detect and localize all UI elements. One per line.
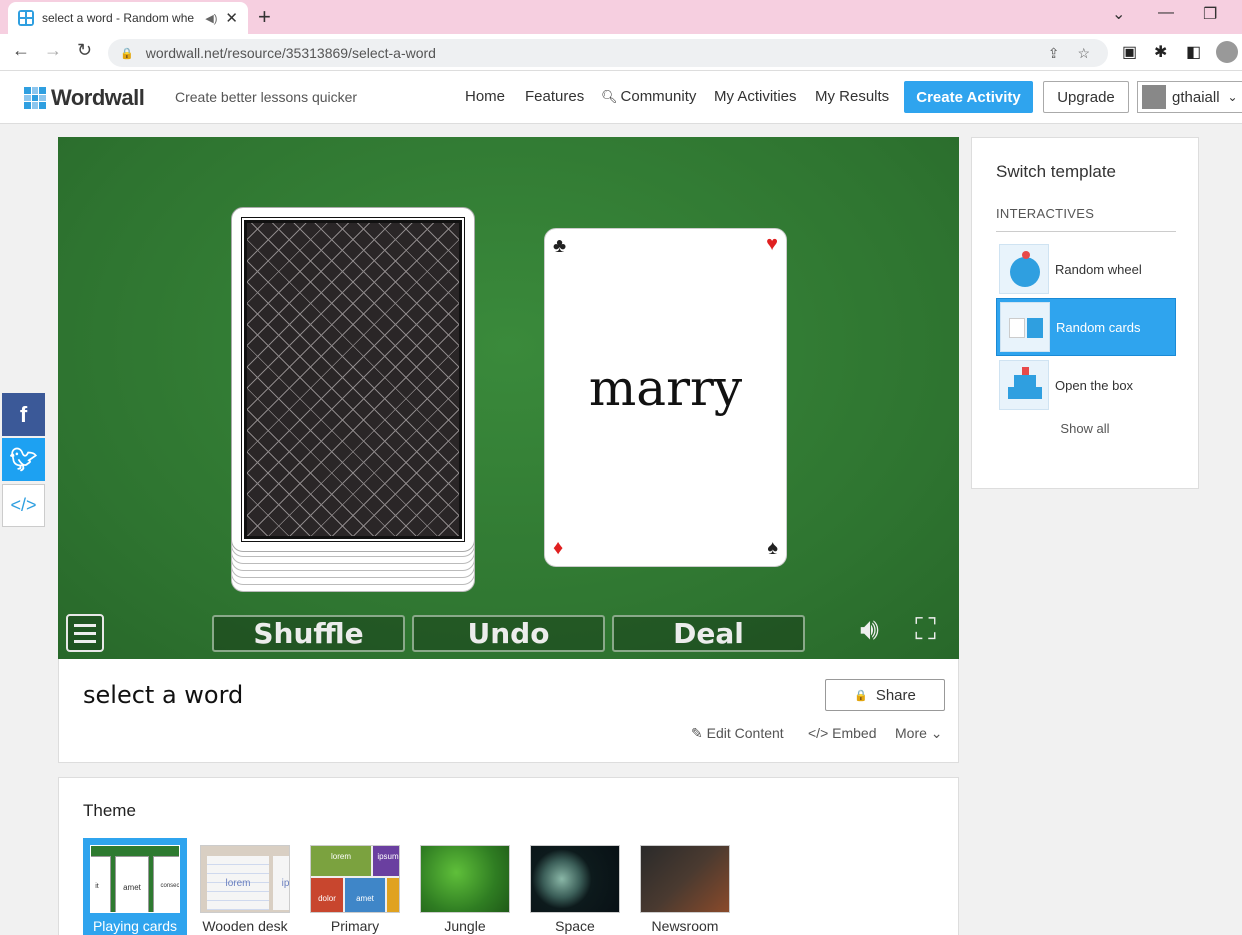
- template-random-wheel[interactable]: Random wheel: [996, 240, 1176, 298]
- user-avatar: [1142, 85, 1166, 109]
- tab-audio-icon[interactable]: ◀): [205, 12, 217, 25]
- tab-title: select a word - Random whe: [42, 11, 195, 25]
- sound-icon[interactable]: 🔊︎: [860, 613, 879, 647]
- wordwall-logo-icon: [24, 87, 46, 109]
- theme-jungle[interactable]: Jungle: [420, 845, 510, 934]
- url-field[interactable]: 🔒 wordwall.net/resource/35313869/select-…: [108, 39, 1108, 67]
- card-back-pattern: [241, 217, 465, 542]
- embed-link[interactable]: </> Embed: [808, 725, 877, 741]
- pencil-icon: ✎: [691, 725, 707, 741]
- theme-panel: Theme it amet consec Playing cards lorem…: [58, 777, 959, 935]
- lock-icon: 🔒: [120, 47, 134, 60]
- minimize-icon[interactable]: —: [1158, 4, 1174, 22]
- facebook-share-button[interactable]: f: [2, 393, 45, 436]
- browser-tab-bar: select a word - Random whe ◀) ✕ + ⌄ — ❐: [0, 0, 1242, 34]
- search-icon: 🔍︎: [601, 89, 618, 104]
- template-open-the-box[interactable]: Open the box: [996, 356, 1176, 414]
- random-cards-icon: [1000, 302, 1050, 352]
- theme-thumb: [420, 845, 510, 913]
- tagline: Create better lessons quicker: [175, 89, 358, 105]
- deck-top-card: [231, 207, 475, 552]
- code-icon: </>: [808, 725, 833, 741]
- theme-thumb: lorem ipsum dolor amet: [310, 845, 400, 913]
- theme-space[interactable]: Space: [530, 845, 620, 934]
- lock-icon: 🔒: [854, 689, 868, 702]
- chevron-down-icon: ⌄: [1227, 90, 1238, 104]
- activity-info: select a word 🔒 Share ✎ Edit Content </>…: [58, 659, 959, 763]
- share-page-icon[interactable]: ⇪: [1048, 45, 1060, 62]
- new-tab-button[interactable]: +: [258, 4, 271, 30]
- nav-community[interactable]: 🔍︎ Community: [601, 88, 696, 105]
- undo-button[interactable]: Undo: [412, 615, 605, 652]
- nav-home[interactable]: Home: [465, 88, 505, 105]
- heart-icon: ♥: [766, 233, 778, 255]
- template-random-cards[interactable]: Random cards: [996, 298, 1176, 356]
- address-bar-row: ← → ↻ 🔒 wordwall.net/resource/35313869/s…: [0, 34, 1242, 71]
- game-area[interactable]: ♣ ♥ marry ♦ ♠ Shuffle Undo Deal 🔊︎ ⛶: [58, 137, 959, 659]
- theme-thumb: [640, 845, 730, 913]
- user-menu[interactable]: gthaiall ⌄: [1137, 81, 1242, 113]
- dealt-card[interactable]: ♣ ♥ marry ♦ ♠: [544, 228, 787, 567]
- shuffle-button[interactable]: Shuffle: [212, 615, 405, 652]
- theme-primary[interactable]: lorem ipsum dolor amet Primary: [310, 845, 400, 934]
- puzzle-icon[interactable]: ✱: [1154, 42, 1167, 62]
- side-panel-icon[interactable]: ◧: [1186, 42, 1201, 62]
- fullscreen-icon[interactable]: ⛶: [915, 613, 936, 647]
- theme-thumb: [530, 845, 620, 913]
- game-menu-button[interactable]: [66, 614, 104, 652]
- theme-wooden-desk[interactable]: lorem ips Wooden desk: [200, 845, 290, 934]
- twitter-share-button[interactable]: 🐦︎: [2, 438, 45, 481]
- club-icon: ♣: [553, 235, 567, 257]
- wordwall-logo[interactable]: Wordwall: [24, 85, 145, 111]
- card-deck[interactable]: [231, 207, 475, 595]
- nav-my-results[interactable]: My Results: [815, 88, 889, 105]
- divider: [996, 231, 1176, 232]
- bookmark-star-icon[interactable]: ☆: [1077, 45, 1090, 62]
- share-button[interactable]: 🔒 Share: [825, 679, 945, 711]
- create-activity-button[interactable]: Create Activity: [904, 81, 1033, 113]
- chevron-down-icon: ⌄: [926, 725, 943, 741]
- more-menu[interactable]: More ⌄: [895, 725, 943, 742]
- tab-search-icon[interactable]: ⌄: [1112, 4, 1125, 24]
- nav-features[interactable]: Features: [525, 88, 584, 105]
- username: gthaiall: [1172, 88, 1220, 106]
- card-word: marry: [588, 359, 743, 417]
- extension-icon[interactable]: ▣: [1122, 42, 1137, 62]
- activity-title: select a word: [83, 681, 244, 709]
- theme-thumb: it amet consec: [90, 845, 180, 913]
- nav-my-activities[interactable]: My Activities: [714, 88, 797, 105]
- embed-share-button[interactable]: </>: [2, 484, 45, 527]
- site-header: Wordwall Create better lessons quicker H…: [0, 71, 1242, 124]
- random-wheel-icon: [999, 244, 1049, 294]
- theme-heading: Theme: [83, 801, 136, 820]
- show-all-link[interactable]: Show all: [972, 421, 1198, 436]
- back-icon[interactable]: ←: [12, 40, 30, 61]
- restore-icon[interactable]: ❐: [1203, 4, 1217, 24]
- reload-icon[interactable]: ↻: [77, 40, 92, 61]
- upgrade-button[interactable]: Upgrade: [1043, 81, 1129, 113]
- forward-icon[interactable]: →: [44, 40, 62, 61]
- diamond-icon: ♦: [553, 537, 564, 559]
- tab-close-icon[interactable]: ✕: [225, 9, 238, 27]
- theme-playing-cards[interactable]: it amet consec Playing cards: [83, 838, 187, 935]
- theme-thumb: lorem ips: [200, 845, 290, 913]
- switch-template-heading: Switch template: [996, 162, 1116, 181]
- open-the-box-icon: [999, 360, 1049, 410]
- edit-content-link[interactable]: ✎ Edit Content: [691, 725, 784, 742]
- twitter-icon: 🐦︎: [9, 446, 38, 472]
- browser-tab[interactable]: select a word - Random whe ◀) ✕: [8, 2, 248, 34]
- deal-button[interactable]: Deal: [612, 615, 805, 652]
- wordwall-favicon-icon: [18, 10, 34, 26]
- switch-template-panel: Switch template INTERACTIVES Random whee…: [971, 137, 1199, 489]
- profile-avatar[interactable]: [1216, 41, 1238, 63]
- interactives-label: INTERACTIVES: [996, 206, 1095, 221]
- code-icon: </>: [10, 495, 37, 515]
- spade-icon: ♠: [767, 537, 778, 559]
- facebook-icon: f: [19, 401, 28, 427]
- url-text: wordwall.net/resource/35313869/select-a-…: [145, 45, 436, 61]
- theme-newsroom[interactable]: Newsroom: [640, 845, 730, 934]
